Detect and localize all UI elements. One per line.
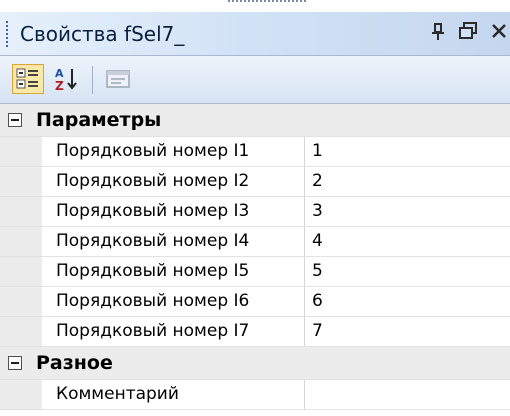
category-label: Параметры [36,109,162,131]
row-gutter [0,317,42,346]
property-name: Порядковый номер I7 [42,317,305,346]
category-misc[interactable]: Разное [0,347,510,380]
property-name: Порядковый номер I4 [42,227,305,256]
property-value[interactable]: 7 [305,317,510,346]
property-name: Порядковый номер I6 [42,287,305,316]
categorized-icon [16,68,38,89]
property-value[interactable]: 4 [305,227,510,256]
property-value[interactable]: 5 [305,257,510,286]
property-name: Порядковый номер I1 [42,137,305,166]
property-grid: Параметры Порядковый номер I1 1 Порядков… [0,104,510,410]
sort-az-icon: A Z [55,67,77,92]
category-label: Разное [36,352,113,374]
property-name: Порядковый номер I2 [42,167,305,196]
property-pages-button[interactable] [102,64,134,94]
pin-icon[interactable] [430,23,446,44]
row-gutter [0,167,42,196]
row-gutter [0,380,42,409]
property-toolbar: A Z [0,56,510,104]
property-name: Порядковый номер I5 [42,257,305,286]
property-value[interactable]: 6 [305,287,510,316]
property-value[interactable] [305,380,510,409]
collapse-icon[interactable] [8,356,22,370]
property-row[interactable]: Порядковый номер I4 4 [0,227,510,257]
alphabetical-button[interactable]: A Z [50,64,82,94]
property-row[interactable]: Порядковый номер I7 7 [0,317,510,347]
close-icon[interactable] [490,22,508,45]
row-gutter [0,137,42,166]
panel-title: Свойства fSel7_ [20,21,185,46]
row-gutter [0,287,42,316]
category-parameters[interactable]: Параметры [0,104,510,137]
drag-grip-icon[interactable] [6,20,12,47]
property-value[interactable]: 3 [305,197,510,226]
panel-titlebar[interactable]: Свойства fSel7_ [0,12,510,56]
property-value[interactable]: 2 [305,167,510,196]
row-gutter [0,227,42,256]
property-value[interactable]: 1 [305,137,510,166]
categorized-button[interactable] [12,64,44,94]
dock-grip-top[interactable] [228,0,306,5]
property-row[interactable]: Порядковый номер I6 6 [0,287,510,317]
property-name: Порядковый номер I3 [42,197,305,226]
property-pages-icon [106,70,130,88]
row-gutter [0,197,42,226]
property-name: Комментарий [42,380,305,409]
collapse-icon[interactable] [8,113,22,127]
restore-icon[interactable] [458,22,478,45]
property-row[interactable]: Порядковый номер I1 1 [0,137,510,167]
svg-text:Z: Z [55,79,64,92]
property-row[interactable]: Порядковый номер I3 3 [0,197,510,227]
property-row[interactable]: Порядковый номер I2 2 [0,167,510,197]
property-row[interactable]: Порядковый номер I5 5 [0,257,510,287]
property-row[interactable]: Комментарий [0,380,510,410]
toolbar-separator [92,66,93,94]
row-gutter [0,257,42,286]
